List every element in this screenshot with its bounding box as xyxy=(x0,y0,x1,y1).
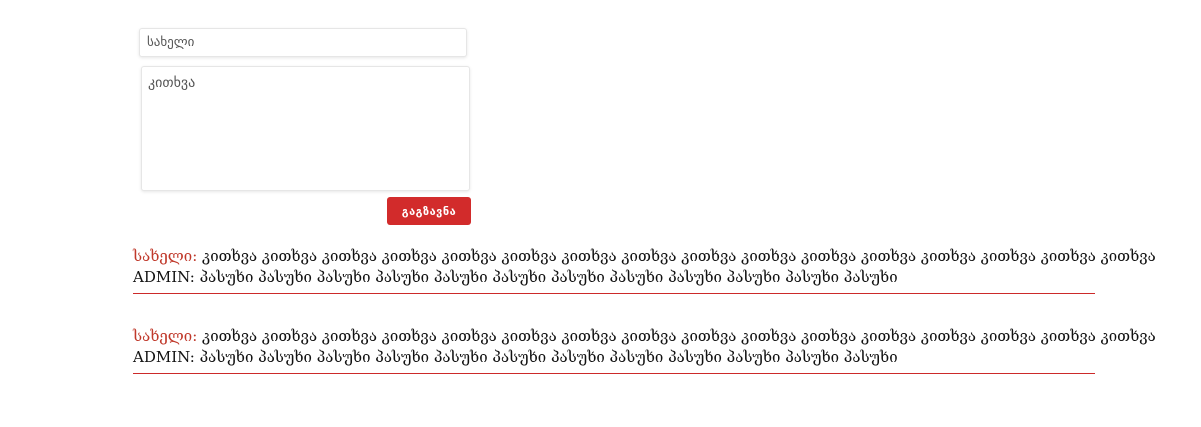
answer-line: ADMIN: პასუხი პასუხი პასუხი პასუხი პასუხ… xyxy=(133,267,1095,288)
question-textarea[interactable] xyxy=(141,66,470,191)
name-label: სახელი: xyxy=(133,247,198,265)
qa-list: სახელი: კითხვა კითხვა კითხვა კითხვა კითხ… xyxy=(133,246,1156,406)
answer-line: ADMIN: პასუხი პასუხი პასუხი პასუხი პასუხ… xyxy=(133,347,1095,368)
answer-text: პასუხი პასუხი პასუხი პასუხი პასუხი პასუხ… xyxy=(199,348,898,366)
name-input[interactable] xyxy=(139,28,467,57)
qa-item: სახელი: კითხვა კითხვა კითხვა კითხვა კითხ… xyxy=(133,326,1156,374)
question-text: კითხვა კითხვა კითხვა კითხვა კითხვა კითხვ… xyxy=(202,247,1156,265)
send-button[interactable]: გაგზავნა xyxy=(387,197,471,225)
question-text: კითხვა კითხვა კითხვა კითხვა კითხვა კითხვ… xyxy=(202,327,1156,345)
qa-item: სახელი: კითხვა კითხვა კითხვა კითხვა კითხ… xyxy=(133,246,1156,294)
question-line: სახელი: კითხვა კითხვა კითხვა კითხვა კითხ… xyxy=(133,326,1156,347)
admin-label: ADMIN: xyxy=(133,268,195,286)
question-line: სახელი: კითხვა კითხვა კითხვა კითხვა კითხ… xyxy=(133,246,1156,267)
name-label: სახელი: xyxy=(133,327,198,345)
admin-label: ADMIN: xyxy=(133,348,195,366)
answer-text: პასუხი პასუხი პასუხი პასუხი პასუხი პასუხ… xyxy=(199,268,898,286)
